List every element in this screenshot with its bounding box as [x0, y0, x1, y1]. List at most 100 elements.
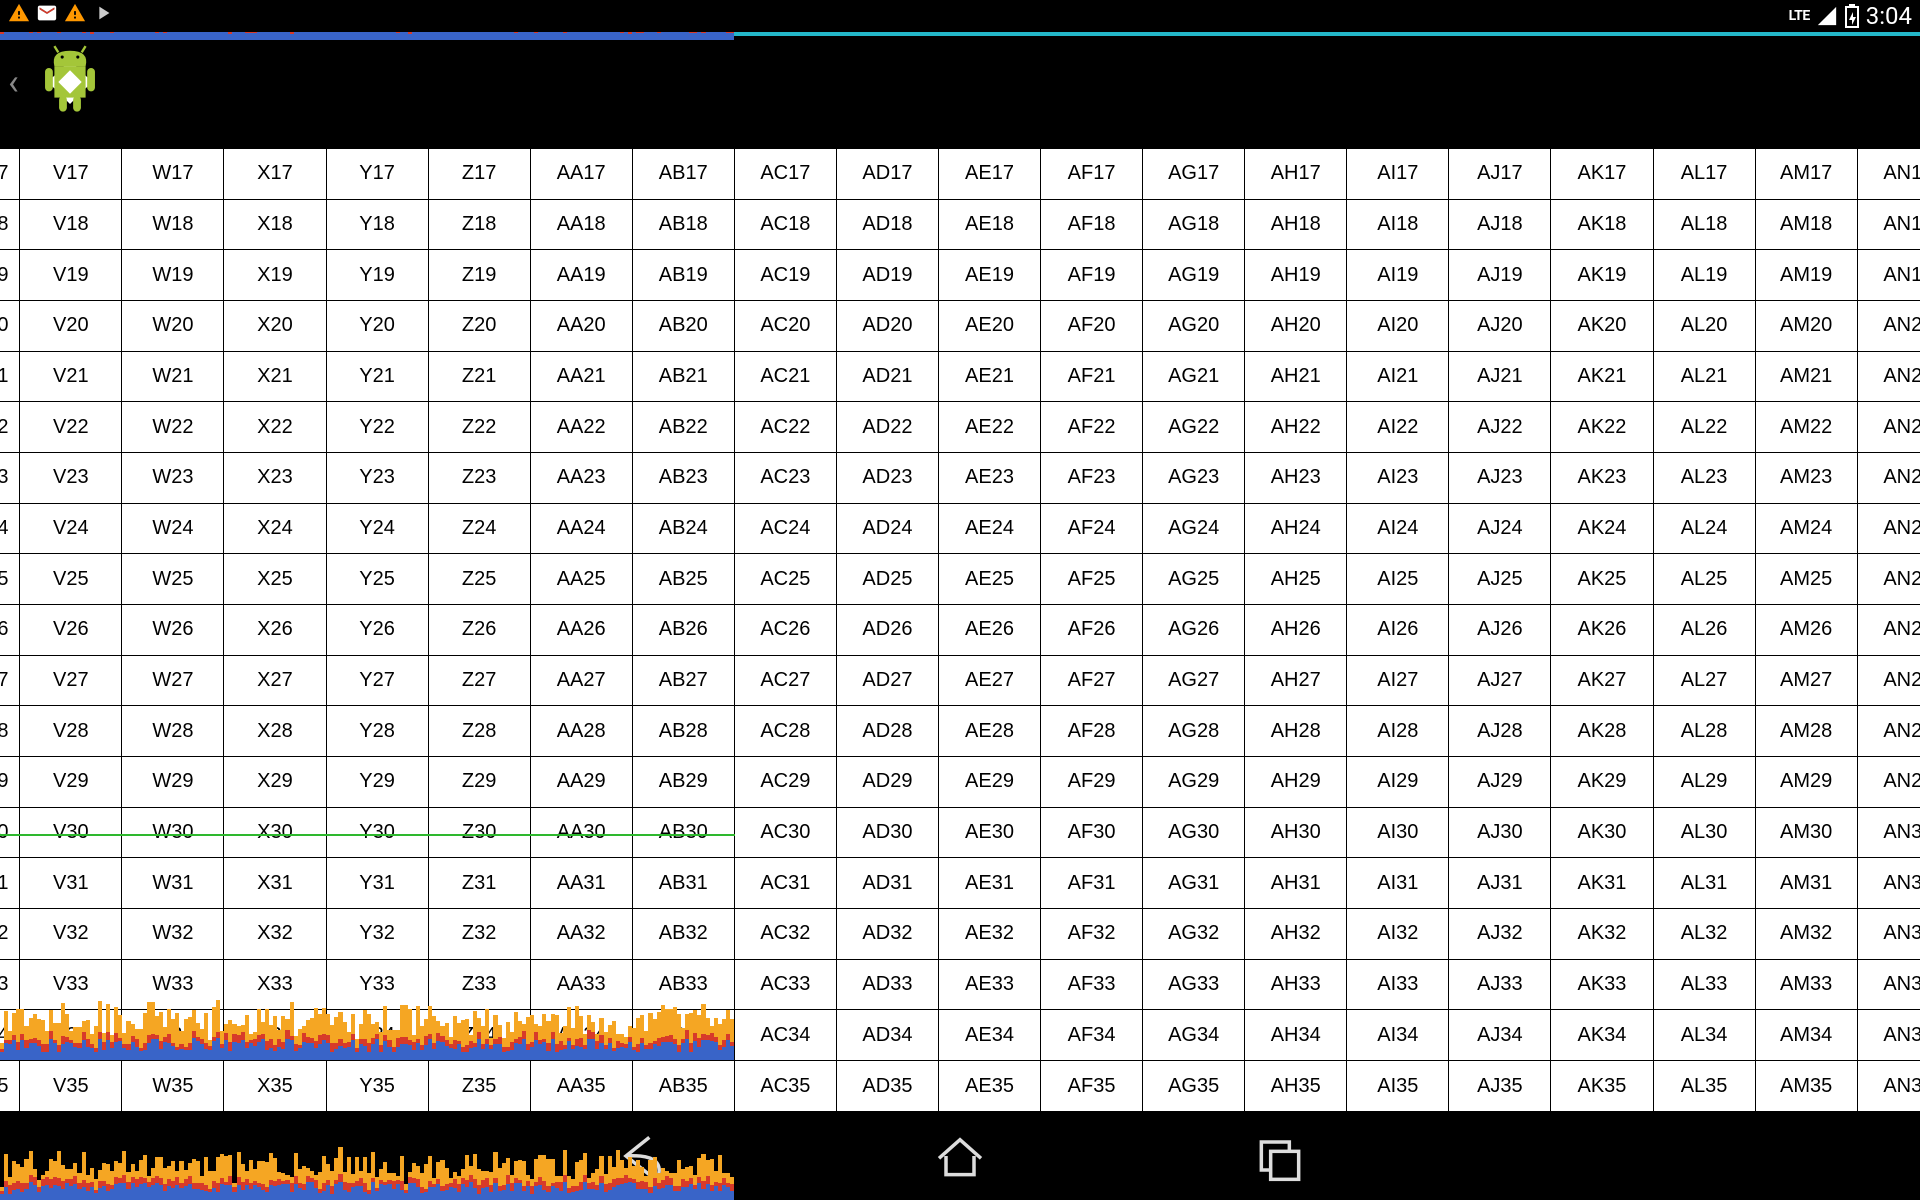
cell[interactable]: AJ30 — [1449, 807, 1551, 858]
cell[interactable]: W27 — [122, 655, 224, 706]
cell[interactable]: AN31 — [1857, 858, 1920, 909]
cell[interactable]: V20 — [20, 301, 122, 352]
cell[interactable]: AN24 — [1857, 503, 1920, 554]
cell[interactable]: AM32 — [1755, 909, 1857, 960]
cell[interactable]: AB17 — [632, 149, 734, 200]
cell[interactable]: AH19 — [1245, 250, 1347, 301]
cell[interactable]: X17 — [224, 149, 326, 200]
cell[interactable]: AE34 — [938, 1010, 1040, 1061]
cell[interactable]: AD32 — [836, 909, 938, 960]
cell[interactable]: AK29 — [1551, 757, 1653, 808]
up-caret-icon[interactable]: ‹ — [8, 61, 19, 103]
cell[interactable]: AD34 — [836, 1010, 938, 1061]
cell[interactable]: AL29 — [1653, 757, 1755, 808]
cell[interactable]: AJ27 — [1449, 655, 1551, 706]
cell[interactable]: X24 — [224, 503, 326, 554]
cell[interactable]: AK20 — [1551, 301, 1653, 352]
cell[interactable]: X31 — [224, 858, 326, 909]
cell[interactable]: Z24 — [428, 503, 530, 554]
cell[interactable]: AM28 — [1755, 706, 1857, 757]
cell[interactable]: AD30 — [836, 807, 938, 858]
cell[interactable]: AN28 — [1857, 706, 1920, 757]
cell[interactable]: AD33 — [836, 959, 938, 1010]
cell[interactable]: AJ20 — [1449, 301, 1551, 352]
cell[interactable]: AK17 — [1551, 149, 1653, 200]
cell[interactable]: X28 — [224, 706, 326, 757]
cell[interactable]: AG35 — [1143, 1061, 1245, 1112]
cell[interactable]: X29 — [224, 757, 326, 808]
cell[interactable]: AJ34 — [1449, 1010, 1551, 1061]
cell[interactable]: W22 — [122, 402, 224, 453]
cell[interactable]: AD35 — [836, 1061, 938, 1112]
recent-apps-button[interactable] — [1250, 1126, 1310, 1186]
cell[interactable]: AB27 — [632, 655, 734, 706]
cell[interactable]: W21 — [122, 351, 224, 402]
cell[interactable]: V18 — [20, 199, 122, 250]
cell[interactable]: X22 — [224, 402, 326, 453]
cell[interactable]: AN30 — [1857, 807, 1920, 858]
cell[interactable]: Y32 — [326, 909, 428, 960]
cell[interactable]: U23 — [0, 453, 20, 504]
cell[interactable]: Y35 — [326, 1061, 428, 1112]
cell[interactable]: AI34 — [1347, 1010, 1449, 1061]
cell[interactable]: AK18 — [1551, 199, 1653, 250]
cell[interactable]: AN21 — [1857, 351, 1920, 402]
cell[interactable]: W31 — [122, 858, 224, 909]
cell[interactable]: AJ25 — [1449, 554, 1551, 605]
cell[interactable]: Z26 — [428, 605, 530, 656]
cell[interactable]: V27 — [20, 655, 122, 706]
cell[interactable]: AF27 — [1041, 655, 1143, 706]
cell[interactable]: AK23 — [1551, 453, 1653, 504]
cell[interactable]: AE17 — [938, 149, 1040, 200]
cell[interactable]: V32 — [20, 909, 122, 960]
cell[interactable]: AB19 — [632, 250, 734, 301]
cell[interactable]: AB31 — [632, 858, 734, 909]
cell[interactable]: X21 — [224, 351, 326, 402]
cell[interactable]: AK24 — [1551, 503, 1653, 554]
cell[interactable]: AL20 — [1653, 301, 1755, 352]
cell[interactable]: X35 — [224, 1061, 326, 1112]
cell[interactable]: W26 — [122, 605, 224, 656]
cell[interactable]: AE29 — [938, 757, 1040, 808]
cell[interactable]: AE18 — [938, 199, 1040, 250]
cell[interactable]: AG32 — [1143, 909, 1245, 960]
cell[interactable]: AE25 — [938, 554, 1040, 605]
cell[interactable]: AI30 — [1347, 807, 1449, 858]
cell[interactable]: V26 — [20, 605, 122, 656]
cell[interactable]: AH20 — [1245, 301, 1347, 352]
cell[interactable]: AE27 — [938, 655, 1040, 706]
cell[interactable]: Y26 — [326, 605, 428, 656]
cell[interactable]: Z30 — [428, 807, 530, 858]
cell[interactable]: AG34 — [1143, 1010, 1245, 1061]
cell[interactable]: AM29 — [1755, 757, 1857, 808]
cell[interactable]: AD31 — [836, 858, 938, 909]
cell[interactable]: AB28 — [632, 706, 734, 757]
cell[interactable]: AB29 — [632, 757, 734, 808]
app-icon[interactable] — [31, 43, 109, 121]
cell[interactable]: AE24 — [938, 503, 1040, 554]
cell[interactable]: AC28 — [734, 706, 836, 757]
cell[interactable]: X18 — [224, 199, 326, 250]
cell[interactable]: AE35 — [938, 1061, 1040, 1112]
cell[interactable]: AM33 — [1755, 959, 1857, 1010]
cell[interactable]: X26 — [224, 605, 326, 656]
cell[interactable]: AH29 — [1245, 757, 1347, 808]
cell[interactable]: AH25 — [1245, 554, 1347, 605]
cell[interactable]: AM24 — [1755, 503, 1857, 554]
cell[interactable]: Z17 — [428, 149, 530, 200]
cell[interactable]: AI20 — [1347, 301, 1449, 352]
cell[interactable]: U30 — [0, 807, 20, 858]
cell[interactable]: AJ32 — [1449, 909, 1551, 960]
cell[interactable]: Z29 — [428, 757, 530, 808]
cell[interactable]: AA23 — [530, 453, 632, 504]
cell[interactable]: AC24 — [734, 503, 836, 554]
cell[interactable]: AB24 — [632, 503, 734, 554]
cell[interactable]: AK25 — [1551, 554, 1653, 605]
cell[interactable]: AB18 — [632, 199, 734, 250]
cell[interactable]: Y21 — [326, 351, 428, 402]
cell[interactable]: Z20 — [428, 301, 530, 352]
cell[interactable]: AM21 — [1755, 351, 1857, 402]
cell[interactable]: X19 — [224, 250, 326, 301]
cell[interactable]: AI25 — [1347, 554, 1449, 605]
cell[interactable]: AG24 — [1143, 503, 1245, 554]
